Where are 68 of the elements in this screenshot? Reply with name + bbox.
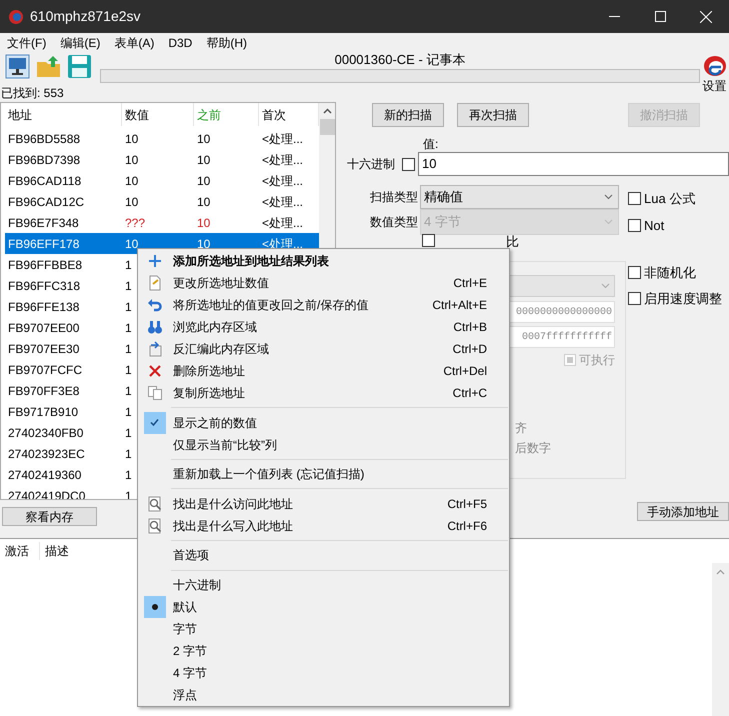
table-cell-text: 10: [196, 236, 212, 252]
table-cell-text: 10: [124, 130, 140, 148]
table-cell-text: 274023923EC: [7, 446, 86, 462]
last-digits-label: 后数字: [515, 441, 551, 455]
field-label: 扫描类型: [369, 189, 419, 206]
table-cell-text: FB970FF3E8: [7, 382, 80, 400]
table-cell-text: 10: [196, 152, 212, 168]
table-cell-text: 1: [124, 382, 132, 400]
table-cell-text: 10: [196, 194, 212, 210]
table-cell-text: FB9707FCFC: [7, 362, 84, 378]
table-cell-text: 10: [124, 236, 140, 252]
shortcut-label: Ctrl+Alt+E: [432, 297, 487, 314]
shortcut-label: Ctrl+F5: [447, 496, 487, 513]
table-cell-text: FB96FFBBE8: [7, 256, 84, 274]
shortcut-label: Ctrl+F6: [447, 518, 487, 535]
table-cell-text: 27402340FB0: [7, 424, 84, 442]
table-cell-text: 1: [124, 256, 132, 274]
table-cell-text: 1: [124, 298, 132, 316]
table-cell-text: 1: [124, 278, 132, 294]
table-cell-text: FB9707EE30: [7, 340, 80, 358]
table-cell-text: <处理...: [261, 214, 304, 232]
shortcut-label: Ctrl+E: [453, 275, 487, 292]
table-cell-text: FB96E7F348: [7, 214, 80, 232]
checkbox-label: Not: [644, 216, 664, 234]
table-cell-text: 1: [124, 320, 132, 336]
table-cell-text: FB96BD7398: [7, 152, 82, 168]
table-cell-text: 10: [196, 172, 212, 190]
shortcut-label: Ctrl+C: [452, 385, 487, 402]
table-cell-text: 1: [124, 446, 132, 462]
shortcut-label: Ctrl+Del: [443, 363, 487, 380]
table-cell-text: FB96CAD12C: [7, 194, 86, 210]
hex-label: 十六进制: [347, 156, 396, 173]
found-count: 已找到: 553: [1, 86, 65, 100]
table-cell-text: FB9707EE00: [7, 320, 80, 336]
compare-label: 比: [506, 235, 519, 248]
alignment-label: 齐: [515, 421, 527, 435]
table-cell-text: FB96CAD118: [7, 172, 82, 190]
executable-label: 可执行: [579, 352, 615, 369]
value-label: 值:: [423, 137, 440, 151]
checkbox-label: 启用速度调整: [644, 290, 722, 308]
table-cell-text: <处理...: [261, 172, 304, 190]
table-cell-text: 1: [124, 340, 132, 358]
table-cell-text: FB96BD5588: [7, 130, 82, 148]
checkbox-label: Lua 公式: [644, 190, 696, 208]
table-cell-text: 10: [124, 152, 140, 168]
table-cell-text: 1: [124, 466, 132, 484]
field-label: 数值类型: [369, 214, 419, 231]
table-cell-text: FB96EFF178: [7, 236, 80, 252]
table-cell-text: 1: [124, 362, 132, 378]
table-cell-text: <处理...: [261, 152, 304, 168]
table-cell-text: 1: [124, 424, 132, 442]
table-cell-text: 10: [196, 214, 212, 232]
table-cell-text: FB96FFE138: [7, 298, 80, 316]
table-cell-text: FB9717B910: [7, 404, 80, 420]
table-cell-text: <处理...: [261, 194, 304, 210]
table-cell-text: 10: [196, 130, 212, 148]
table-cell-text: FB96FFC318: [7, 278, 82, 294]
table-cell-text: 27402419360: [7, 466, 82, 484]
table-cell-text: 10: [124, 172, 140, 190]
window-title: 610mphz871e2sv: [30, 7, 141, 26]
table-cell-text: 10: [124, 194, 140, 210]
checkbox-label: 非随机化: [644, 264, 696, 282]
table-cell-text: ???: [124, 214, 146, 232]
process-title: 00001360-CE - 记事本: [334, 52, 466, 67]
table-cell-text: 1: [124, 404, 132, 420]
shortcut-label: Ctrl+D: [452, 341, 487, 358]
shortcut-label: Ctrl+B: [453, 319, 487, 336]
table-cell-text: <处理...: [261, 130, 304, 148]
